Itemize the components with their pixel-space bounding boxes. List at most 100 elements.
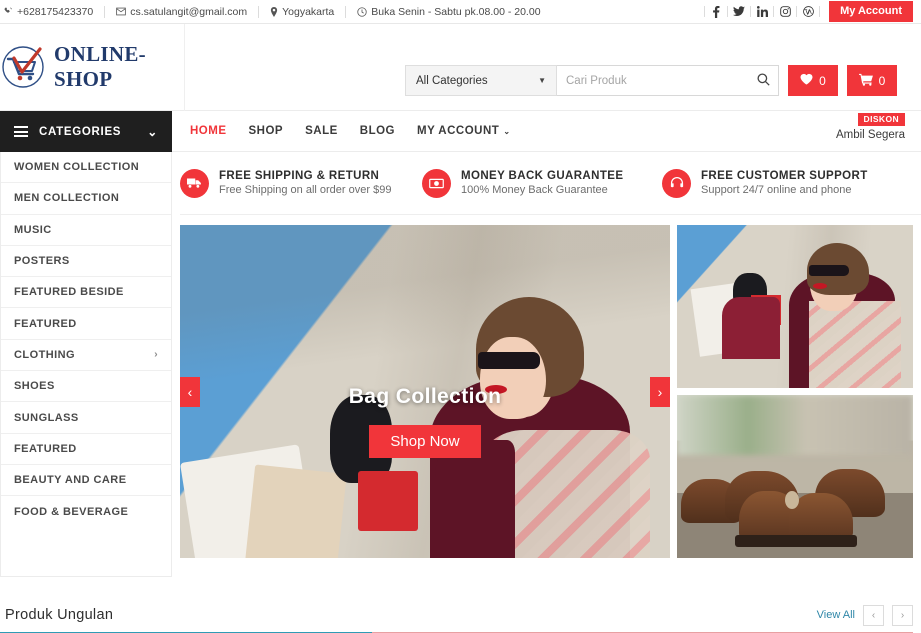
map-pin-icon — [270, 6, 278, 17]
category-select-label: All Categories — [416, 74, 488, 87]
featured-controls: View All ‹ › — [817, 604, 913, 626]
side-banner-sunglasses — [809, 265, 849, 276]
chevron-left-icon: ‹ — [871, 609, 876, 621]
email-item[interactable]: cs.satulangit@gmail.com — [116, 6, 247, 18]
logo[interactable]: ONLINE-SHOP — [0, 42, 184, 92]
view-all-link[interactable]: View All — [817, 609, 855, 621]
nav-item-shop[interactable]: SHOP — [249, 125, 284, 137]
twitter-icon[interactable] — [728, 6, 750, 17]
sidebar-item-food-and-beverage[interactable]: FOOD & BEVERAGE — [1, 496, 171, 527]
side-banner-arm — [722, 297, 780, 359]
logo-text: ONLINE-SHOP — [54, 42, 146, 91]
top-bar-social-group: My Account — [704, 1, 913, 22]
sidebar-item-featured-beside[interactable]: FEATURED BESIDE — [1, 277, 171, 309]
hero-slider[interactable]: ‹ › Bag Collection Shop Now — [180, 225, 670, 558]
featured-next-button[interactable]: › — [892, 604, 913, 626]
feature-subtitle: 100% Money Back Guarantee — [461, 184, 608, 196]
page-root: +628175423370 cs.satulangit@gmail.com Yo… — [0, 0, 921, 633]
hero-next-button[interactable]: › — [650, 376, 670, 407]
shoes-background-blur — [677, 395, 913, 455]
feature-customer-support: FREE CUSTOMER SUPPORT Support 24/7 onlin… — [662, 168, 868, 198]
hero-figure-bag-tan — [245, 464, 347, 558]
feature-title: FREE SHIPPING & RETURN — [219, 170, 380, 182]
chevron-down-icon: ⌄ — [147, 124, 158, 139]
feature-subtitle: Support 24/7 online and phone — [701, 184, 852, 196]
search-area: All Categories ▼ 0 — [405, 65, 897, 96]
site-header: ONLINE-SHOP All Categories ▼ 0 — [0, 23, 921, 111]
hero-side-banners — [677, 225, 913, 558]
wishlist-button[interactable]: 0 — [788, 65, 838, 96]
status-badge: DISKON — [857, 112, 905, 126]
search-button[interactable] — [757, 72, 770, 89]
featured-header: Produk Ungulan View All ‹ › — [0, 598, 913, 632]
nav-item-sale[interactable]: SALE — [305, 125, 338, 137]
promo-text: Ambil Segera — [835, 129, 905, 141]
money-icon — [422, 168, 451, 198]
nav-item-blog[interactable]: BLOG — [360, 125, 395, 137]
main-content: FREE SHIPPING & RETURN Free Shipping on … — [172, 152, 921, 592]
linkedin-icon[interactable] — [751, 6, 773, 17]
nav-item-my-account[interactable]: MY ACCOUNT ⌄ — [417, 125, 511, 137]
sidebar-item-featured[interactable]: FEATURED — [1, 308, 171, 340]
facebook-icon[interactable] — [705, 5, 727, 18]
envelope-icon — [116, 7, 126, 16]
chevron-right-icon: › — [154, 349, 158, 361]
sidebar-item-label: WOMEN COLLECTION — [14, 161, 140, 174]
nav-item-home[interactable]: HOME — [190, 125, 227, 137]
search-box — [557, 65, 779, 96]
top-bar: +628175423370 cs.satulangit@gmail.com Yo… — [0, 0, 921, 24]
sidebar-item-men-collection[interactable]: MEN COLLECTION — [1, 183, 171, 215]
my-account-button[interactable]: My Account — [829, 1, 913, 22]
wordpress-icon[interactable] — [797, 6, 819, 17]
sidebar-item-label: SUNGLASS — [14, 411, 79, 424]
shop-now-button[interactable]: Shop Now — [369, 425, 481, 458]
sidebar-item-music[interactable]: MUSIC — [1, 215, 171, 246]
sidebar-item-label: CLOTHING — [14, 348, 76, 361]
categories-label: CATEGORIES — [39, 125, 122, 138]
location-item[interactable]: Yogyakarta — [270, 6, 334, 18]
phone-item[interactable]: +628175423370 — [4, 6, 93, 18]
side-banner-shoes[interactable] — [677, 395, 913, 558]
divider — [258, 5, 260, 18]
promo-block[interactable]: DISKON Ambil Segera — [836, 109, 905, 141]
divider — [345, 5, 347, 18]
chevron-left-icon: ‹ — [187, 383, 193, 400]
sidebar-item-label: MUSIC — [14, 223, 52, 236]
instagram-icon[interactable] — [774, 6, 796, 17]
sidebar-item-label: MEN COLLECTION — [14, 192, 120, 205]
hero-prev-button[interactable]: ‹ — [180, 376, 200, 407]
side-banner-fashion[interactable] — [677, 225, 913, 388]
sidebar-item-clothing[interactable]: CLOTHING › — [1, 340, 171, 372]
divider — [104, 5, 106, 18]
location-text: Yogyakarta — [282, 5, 335, 18]
truck-icon — [180, 168, 209, 198]
feature-money-back: MONEY BACK GUARANTEE 100% Money Back Gua… — [422, 168, 662, 198]
hours-text: Buka Senin - Sabtu pk.08.00 - 20.00 — [371, 5, 541, 18]
search-input[interactable] — [566, 74, 757, 87]
cart-button[interactable]: 0 — [847, 65, 897, 96]
nav-row: CATEGORIES ⌄ HOME SHOP SALE BLOG MY ACCO… — [0, 111, 921, 152]
logo-container[interactable]: ONLINE-SHOP — [0, 23, 185, 111]
feature-subtitle: Free Shipping on all order over $99 — [219, 184, 392, 196]
phone-icon — [4, 7, 13, 16]
sidebar-item-label: FEATURED — [14, 317, 77, 330]
sidebar-item-sunglass[interactable]: SUNGLASS — [1, 402, 171, 434]
category-select[interactable]: All Categories ▼ — [405, 65, 557, 96]
divider — [819, 6, 821, 17]
sidebar-item-label: FEATURED — [14, 442, 77, 455]
cart-icon — [858, 73, 873, 89]
sidebar-item-featured-2[interactable]: FEATURED — [1, 434, 171, 465]
sidebar-item-beauty-and-care[interactable]: BEAUTY AND CARE — [1, 465, 171, 497]
sidebar-item-label: FOOD & BEVERAGE — [14, 505, 129, 518]
categories-toggle[interactable]: CATEGORIES ⌄ — [0, 111, 172, 152]
category-sidebar: WOMEN COLLECTION MEN COLLECTION MUSIC PO… — [0, 152, 172, 577]
featured-prev-button[interactable]: ‹ — [863, 604, 884, 626]
sidebar-item-posters[interactable]: POSTERS — [1, 246, 171, 278]
feature-title: MONEY BACK GUARANTEE — [461, 170, 624, 182]
service-features: FREE SHIPPING & RETURN Free Shipping on … — [180, 152, 921, 215]
featured-products-section: Produk Ungulan View All ‹ › — [0, 598, 921, 633]
sidebar-item-shoes[interactable]: SHOES — [1, 371, 171, 403]
sidebar-item-women-collection[interactable]: WOMEN COLLECTION — [1, 152, 171, 184]
chevron-down-icon: ▼ — [538, 76, 546, 85]
feature-title: FREE CUSTOMER SUPPORT — [701, 170, 868, 182]
